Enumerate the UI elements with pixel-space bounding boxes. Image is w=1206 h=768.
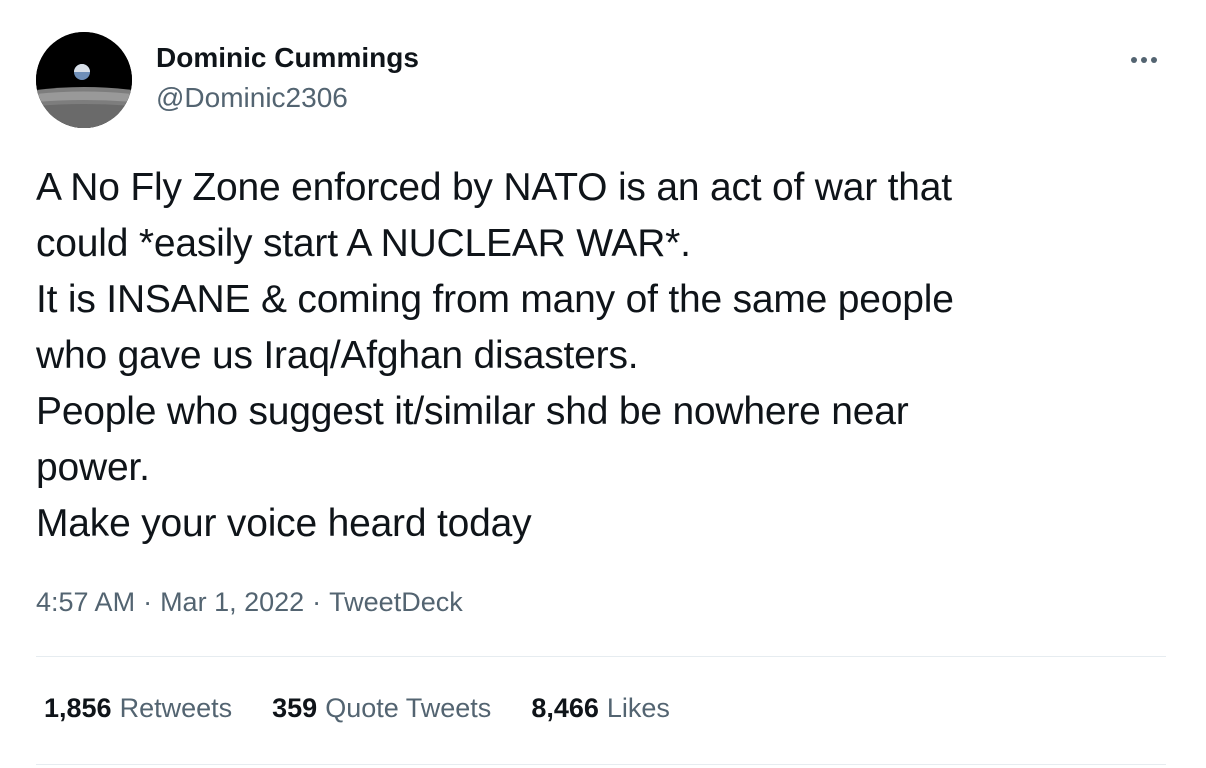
retweets-stat[interactable]: 1,856 Retweets <box>44 690 232 726</box>
more-options-button[interactable] <box>1124 44 1168 76</box>
retweets-label: Retweets <box>119 693 233 723</box>
user-handle[interactable]: @Dominic2306 <box>156 80 348 116</box>
meta-separator: · <box>312 587 322 617</box>
engagement-stats: 1,856 Retweets 359 Quote Tweets 8,466 Likes <box>44 690 670 726</box>
likes-count: 8,466 <box>531 693 599 723</box>
retweets-count: 1,856 <box>44 693 112 723</box>
tweet-metadata: 4:57 AM · Mar 1, 2022 · TweetDeck <box>36 584 463 620</box>
quote-tweets-label: Quote Tweets <box>325 693 492 723</box>
quote-tweets-stat[interactable]: 359 Quote Tweets <box>272 690 491 726</box>
tweet-text: A No Fly Zone enforced by NATO is an act… <box>36 166 954 545</box>
avatar[interactable] <box>36 32 132 128</box>
likes-label: Likes <box>606 693 670 723</box>
divider <box>36 764 1166 765</box>
more-dots-icon <box>1131 57 1157 63</box>
divider <box>36 656 1166 657</box>
tweet-source-link[interactable]: TweetDeck <box>329 587 463 617</box>
tweet-date[interactable]: Mar 1, 2022 <box>160 587 304 617</box>
tweet-time[interactable]: 4:57 AM <box>36 587 135 617</box>
likes-stat[interactable]: 8,466 Likes <box>531 690 670 726</box>
earthrise-avatar-icon <box>36 32 132 128</box>
display-name[interactable]: Dominic Cummings <box>156 40 419 76</box>
meta-separator: · <box>143 587 153 617</box>
quote-tweets-count: 359 <box>272 693 318 723</box>
